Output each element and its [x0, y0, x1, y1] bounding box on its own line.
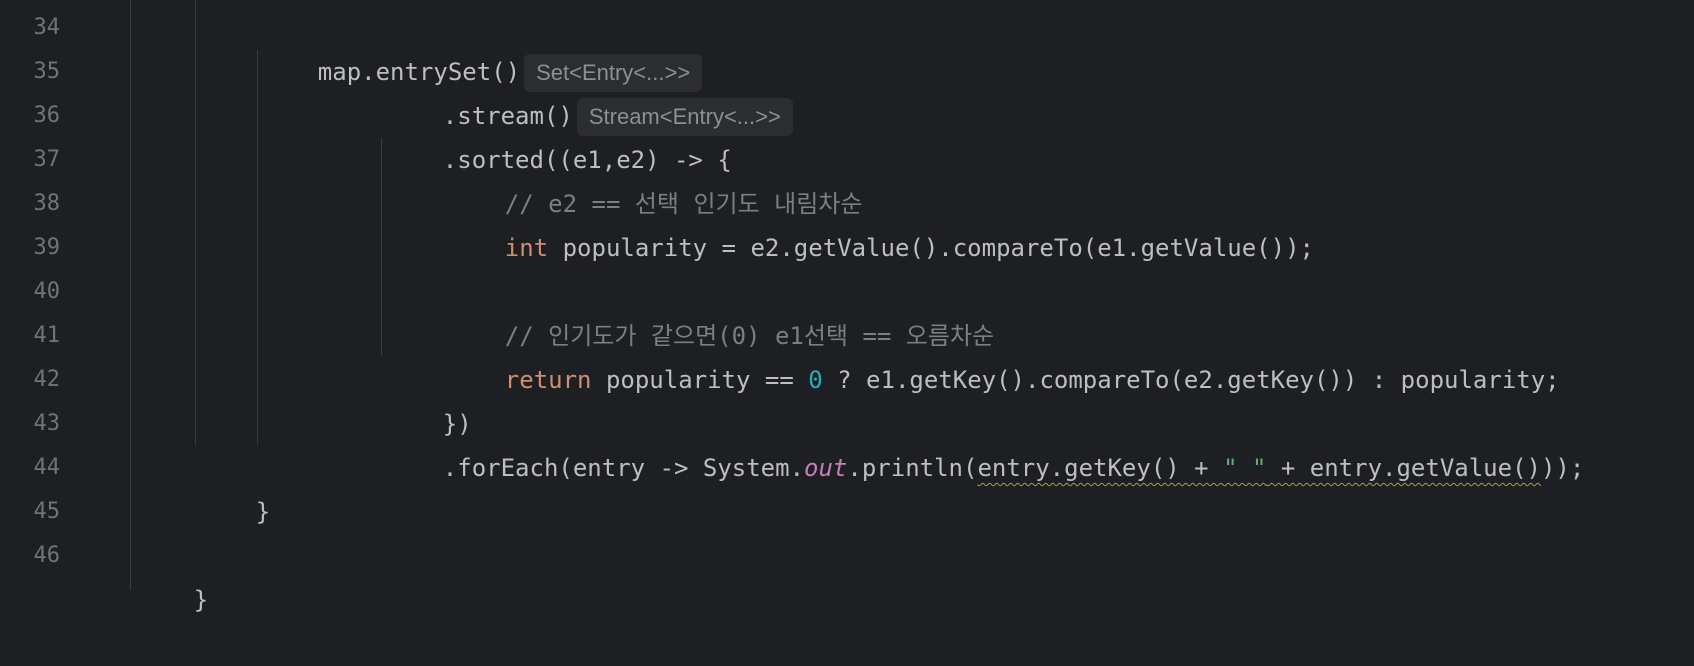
line-number: 42 — [33, 367, 61, 392]
code-token: ? e1.getKey().compareTo(e2.getKey()) : p… — [822, 366, 1560, 394]
code-editor[interactable]: 34 35 36 37 38 39 40 41 42 43 44 45 46 m… — [0, 0, 1694, 614]
code-token: popularity = e2.getValue().compareTo(e1.… — [548, 234, 1314, 262]
code-line-38[interactable]: int popularity = e2.getValue().compareTo… — [447, 182, 1314, 262]
code-line-46[interactable]: } — [136, 534, 208, 614]
line-number: 34 — [33, 15, 61, 40]
line-number: 43 — [33, 411, 61, 436]
code-line-40[interactable]: // 인기도가 같으면(0) e1선택 == 오름차순 — [447, 270, 994, 350]
line-number: 37 — [33, 147, 61, 172]
code-warning-highlight[interactable]: entry.getKey() + — [977, 454, 1223, 482]
indent-guide — [257, 50, 258, 445]
code-line-44[interactable]: } — [198, 446, 270, 526]
code-token: popularity == — [591, 366, 809, 394]
code-line-35[interactable]: .stream() Stream<Entry<...>> — [385, 50, 793, 136]
line-number: 35 — [33, 59, 61, 84]
line-number: 40 — [33, 279, 61, 304]
code-keyword: int — [504, 234, 549, 262]
code-warning-highlight[interactable]: + entry.getValue() — [1266, 454, 1541, 482]
code-static-field: out — [804, 454, 848, 482]
line-number: 39 — [33, 235, 61, 260]
indent-guide — [195, 0, 196, 445]
code-line-41[interactable]: return popularity == 0 ? e1.getKey().com… — [447, 314, 1560, 394]
line-number-gutter: 34 35 36 37 38 39 40 41 42 43 44 45 46 — [0, 0, 130, 590]
code-line-36[interactable]: .sorted((e1,e2) -> { — [385, 94, 732, 174]
line-number: 44 — [33, 455, 61, 480]
line-number: 38 — [33, 191, 61, 216]
code-token: .println( — [847, 454, 978, 482]
gutter-divider — [130, 0, 131, 590]
indent-guide — [381, 138, 382, 356]
line-number: 46 — [33, 543, 61, 568]
code-line-34[interactable]: map.entrySet() Set<Entry<...>> — [260, 6, 703, 92]
code-token: } — [255, 498, 271, 526]
code-line-37[interactable]: // e2 == 선택 인기도 내림차순 — [447, 138, 863, 218]
code-token: .forEach(entry -> System. — [442, 454, 805, 482]
code-number: 0 — [808, 366, 823, 394]
code-string[interactable]: " " — [1223, 454, 1266, 482]
line-number: 41 — [33, 323, 61, 348]
line-number: 36 — [33, 103, 61, 128]
code-keyword: return — [504, 366, 592, 394]
code-line-43[interactable]: .forEach(entry -> System.out.println(ent… — [385, 402, 1585, 482]
code-line-42[interactable]: }) — [385, 358, 472, 438]
code-token: } — [193, 586, 209, 614]
line-number: 45 — [33, 499, 61, 524]
code-token: )); — [1540, 454, 1585, 482]
